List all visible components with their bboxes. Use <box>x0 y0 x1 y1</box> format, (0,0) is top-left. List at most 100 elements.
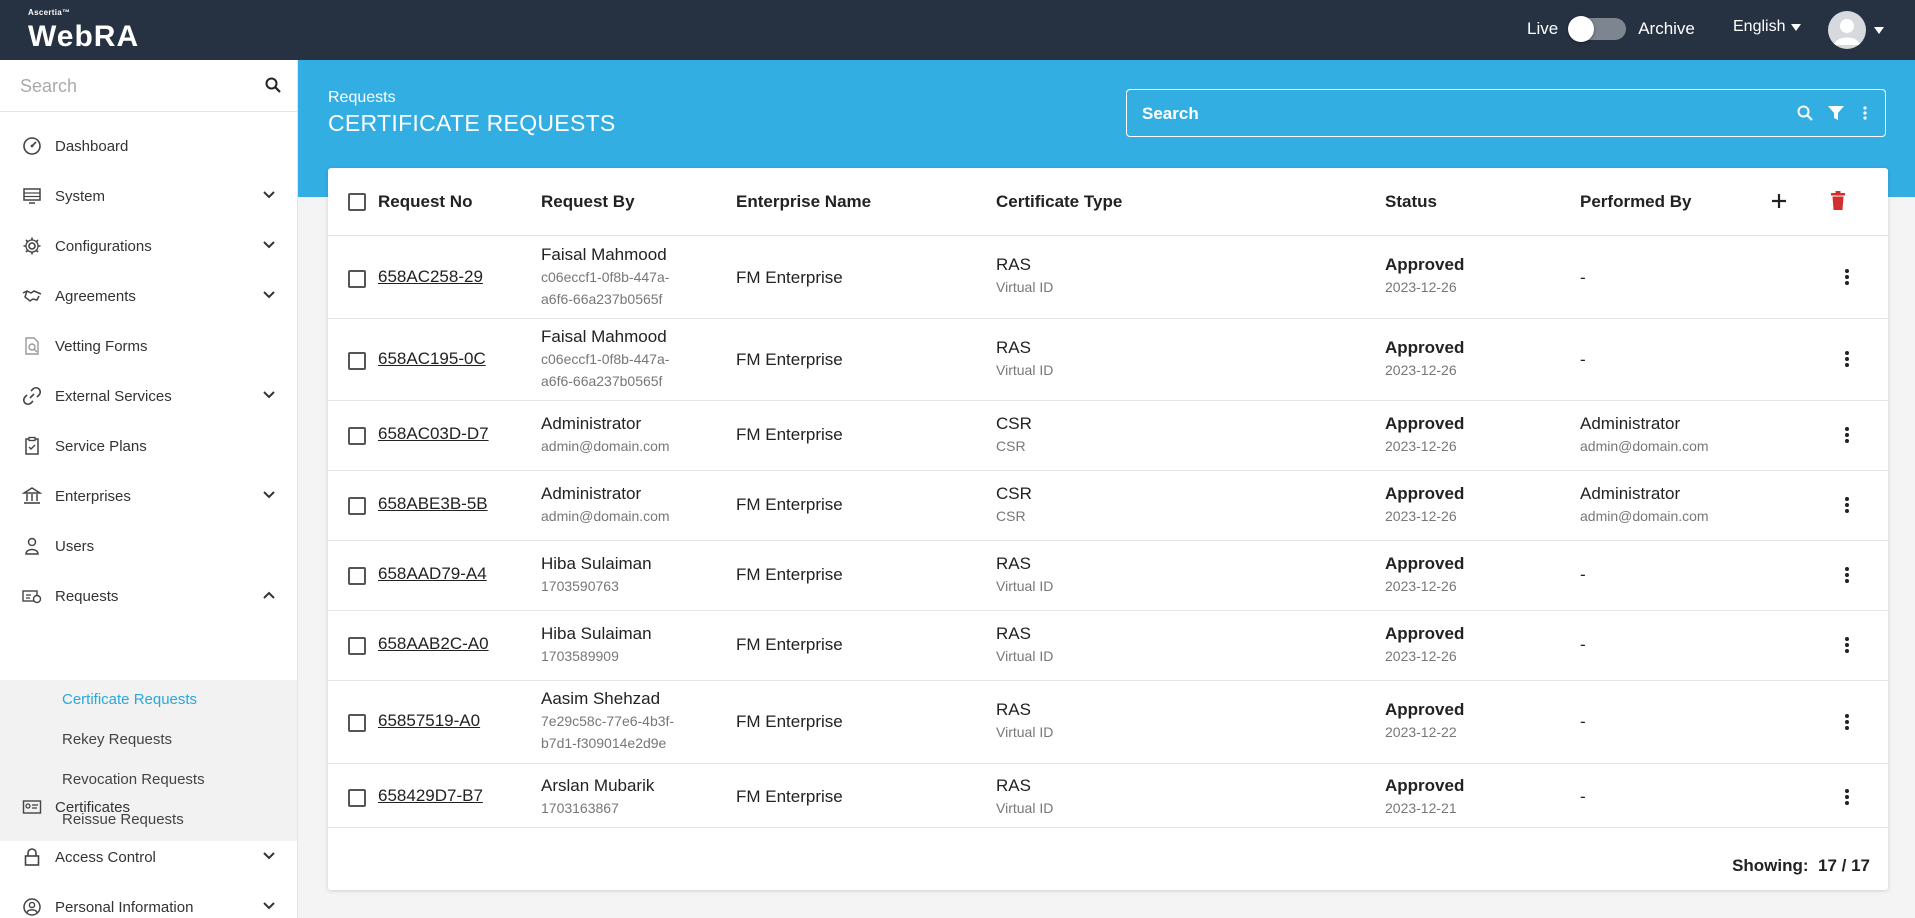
sidebar-subitem-revocation-requests[interactable]: Revocation Requests <box>62 771 205 788</box>
status-date: 2023-12-26 <box>1385 279 1457 295</box>
enterprise-name: FM Enterprise <box>736 565 843 584</box>
add-icon[interactable] <box>1771 193 1787 209</box>
row-checkbox[interactable] <box>348 789 366 807</box>
table-row: 658AC195-0C Faisal Mahmood c06eccf1-0f8b… <box>328 319 1888 401</box>
row-checkbox[interactable] <box>348 567 366 585</box>
sidebar-item-label: Certificates <box>55 798 131 816</box>
column-header-request-by[interactable]: Request By <box>541 192 635 212</box>
row-actions-icon[interactable] <box>1842 787 1852 807</box>
enterprise-name: FM Enterprise <box>736 268 843 287</box>
request-by-cell: Administrator admin@domain.com <box>541 483 670 527</box>
request-no-link[interactable]: 658AAD79-A4 <box>378 564 487 584</box>
certificate-icon <box>22 800 42 814</box>
column-header-certificate-type[interactable]: Certificate Type <box>996 192 1122 212</box>
status-value: Approved <box>1385 554 1465 573</box>
search-icon[interactable] <box>265 77 281 93</box>
row-checkbox[interactable] <box>348 637 366 655</box>
request-by-email: admin@domain.com <box>541 508 670 524</box>
column-header-performed-by[interactable]: Performed By <box>1580 192 1691 212</box>
sidebar-item-dashboard[interactable]: Dashboard <box>0 126 297 166</box>
row-actions-icon[interactable] <box>1842 712 1852 732</box>
table-row: 658AC258-29 Faisal Mahmood c06eccf1-0f8b… <box>328 236 1888 319</box>
performed-by-name: - <box>1580 565 1586 584</box>
sidebar-item-agreements[interactable]: Agreements <box>0 276 297 316</box>
sidebar-item-configurations[interactable]: Configurations <box>0 226 297 266</box>
performed-by-name: - <box>1580 787 1586 806</box>
certificate-type-cell: RAS Virtual ID <box>996 623 1053 667</box>
request-by-cell: Faisal Mahmood c06eccf1-0f8b-447a- a6f6-… <box>541 326 669 392</box>
certificate-type: RAS <box>996 624 1031 643</box>
row-checkbox[interactable] <box>348 714 366 732</box>
filter-icon[interactable] <box>1828 105 1844 121</box>
status-date: 2023-12-22 <box>1385 724 1457 740</box>
table-search-input[interactable] <box>1142 102 1742 126</box>
sidebar-item-enterprises[interactable]: Enterprises <box>0 476 297 516</box>
request-no-link[interactable]: 658ABE3B-5B <box>378 494 488 514</box>
user-menu[interactable] <box>1828 11 1884 49</box>
row-actions-icon[interactable] <box>1842 267 1852 287</box>
search-icon[interactable] <box>1797 105 1813 121</box>
request-no-link[interactable]: 658AAB2C-A0 <box>378 634 489 654</box>
sidebar-item-certificates[interactable]: Certificates <box>0 787 297 827</box>
sidebar-item-service-plans[interactable]: Service Plans <box>0 426 297 466</box>
row-actions-icon[interactable] <box>1842 349 1852 369</box>
sidebar-subitem-rekey-requests[interactable]: Rekey Requests <box>62 731 172 748</box>
sidebar-subitem-certificate-requests[interactable]: Certificate Requests <box>62 691 197 708</box>
more-vertical-icon[interactable] <box>1863 105 1867 121</box>
sidebar-item-system[interactable]: System <box>0 176 297 216</box>
row-actions-icon[interactable] <box>1842 425 1852 445</box>
enterprise-name: FM Enterprise <box>736 787 843 806</box>
row-checkbox[interactable] <box>348 497 366 515</box>
row-actions-icon[interactable] <box>1842 635 1852 655</box>
sidebar-item-label: Dashboard <box>55 137 129 155</box>
sidebar-item-label: Agreements <box>55 287 136 305</box>
request-by-id: 1703590763 <box>541 578 619 594</box>
request-no-link[interactable]: 658AC258-29 <box>378 267 483 287</box>
live-archive-toggle[interactable] <box>1568 16 1627 42</box>
request-by-id: c06eccf1-0f8b-447a- <box>541 269 670 285</box>
row-actions-icon[interactable] <box>1842 495 1852 515</box>
performed-by-name: - <box>1580 268 1586 287</box>
showing-count: 17 / 17 <box>1818 856 1870 875</box>
sidebar-search-input[interactable] <box>20 72 250 100</box>
archive-label: Archive <box>1638 19 1695 38</box>
request-no-link[interactable]: 658429D7-B7 <box>378 786 483 806</box>
breadcrumb[interactable]: Requests <box>328 89 396 107</box>
select-all-checkbox[interactable] <box>348 193 366 211</box>
column-header-request-no[interactable]: Request No <box>378 192 472 212</box>
row-actions-icon[interactable] <box>1842 565 1852 585</box>
request-no-link[interactable]: 658AC03D-D7 <box>378 424 489 444</box>
performed-by-name: Administrator <box>1580 484 1681 503</box>
column-header-status[interactable]: Status <box>1385 192 1437 212</box>
request-by-cell: Aasim Shehzad 7e29c58c-77e6-4b3f- b7d1-f… <box>541 688 674 754</box>
sidebar-item-personal-information[interactable]: Personal Information <box>0 887 297 918</box>
sidebar-item-external-services[interactable]: External Services <box>0 376 297 416</box>
certificate-subtype: CSR <box>996 438 1026 454</box>
column-header-enterprise-name[interactable]: Enterprise Name <box>736 192 871 212</box>
sidebar-item-access-control[interactable]: Access Control <box>0 837 297 877</box>
sidebar: Dashboard System Configurations Agreemen… <box>0 60 298 918</box>
status-cell: Approved 2023-12-21 <box>1385 775 1464 819</box>
language-select[interactable]: English <box>1733 18 1802 36</box>
status-cell: Approved 2023-12-26 <box>1385 413 1464 457</box>
status-date: 2023-12-26 <box>1385 438 1457 454</box>
request-by-cell: Hiba Sulaiman 1703590763 <box>541 553 652 597</box>
request-no-link[interactable]: 65857519-A0 <box>378 711 480 731</box>
delete-icon[interactable] <box>1830 191 1846 210</box>
toggle-knob <box>1568 16 1595 42</box>
language-label: English <box>1733 18 1786 35</box>
sidebar-item-requests[interactable]: Requests <box>0 576 297 616</box>
sidebar-item-users[interactable]: Users <box>0 526 297 566</box>
row-checkbox[interactable] <box>348 427 366 445</box>
sidebar-item-label: Configurations <box>55 237 152 255</box>
row-checkbox[interactable] <box>348 352 366 370</box>
certificate-type-cell: RAS Virtual ID <box>996 337 1053 381</box>
sidebar-item-vetting-forms[interactable]: Vetting Forms <box>0 326 297 366</box>
table-header: Request No Request By Enterprise Name Ce… <box>328 168 1888 236</box>
certificate-type: CSR <box>996 414 1032 433</box>
app-logo[interactable]: Ascertia™ WebRA <box>28 8 148 53</box>
row-checkbox[interactable] <box>348 270 366 288</box>
request-by-email: admin@domain.com <box>541 438 670 454</box>
status-value: Approved <box>1385 338 1465 357</box>
request-no-link[interactable]: 658AC195-0C <box>378 349 486 369</box>
